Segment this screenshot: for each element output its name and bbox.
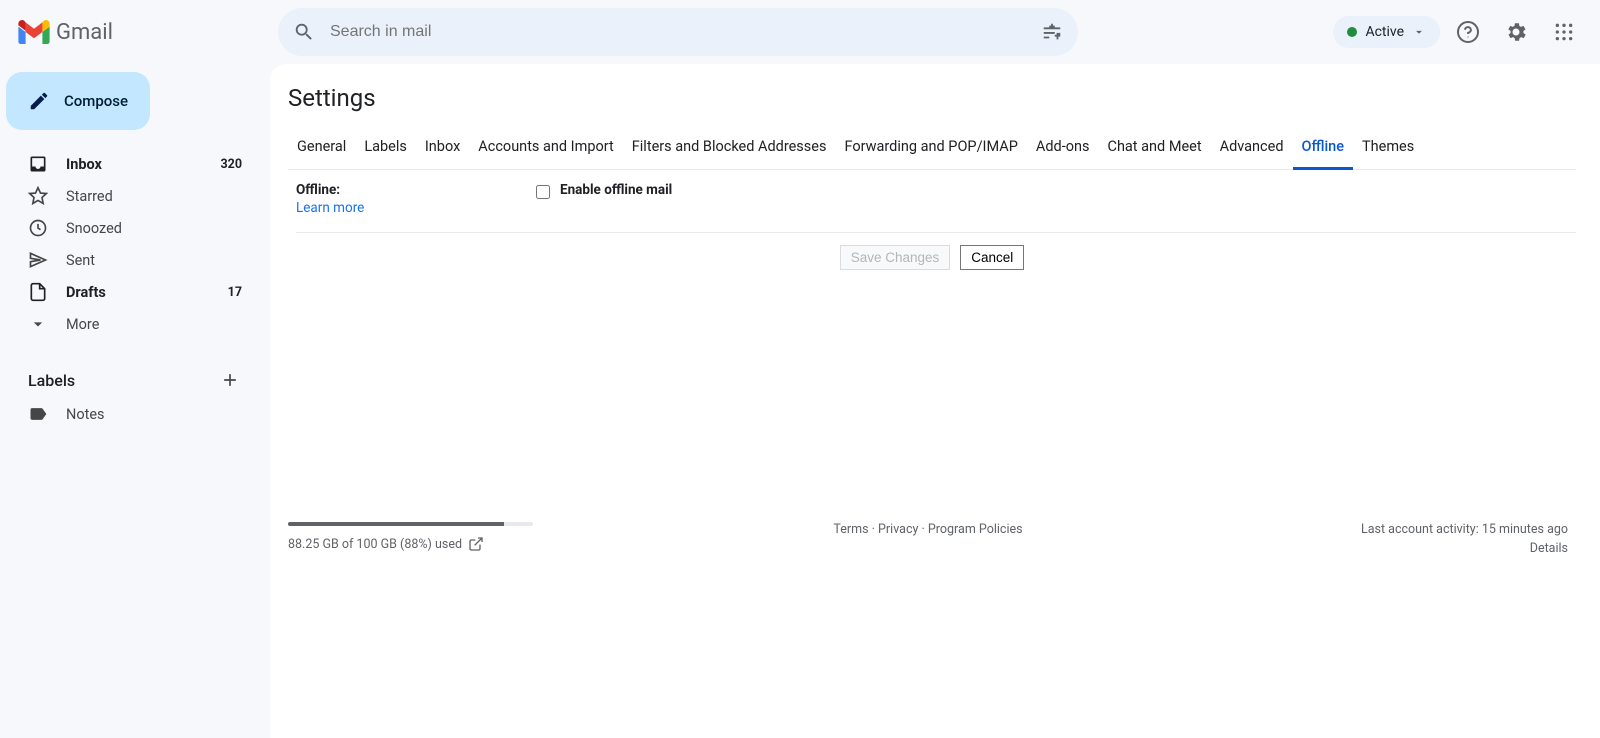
page-title: Settings <box>288 84 1576 112</box>
header-right: Active <box>1333 12 1592 52</box>
policies-link[interactable]: Program Policies <box>928 522 1023 537</box>
enable-offline-checkbox[interactable] <box>536 185 550 199</box>
sidebar-item-inbox[interactable]: Inbox 320 <box>6 148 258 180</box>
nav-label: Drafts <box>66 284 228 301</box>
learn-more-link[interactable]: Learn more <box>296 200 536 216</box>
search-bar[interactable] <box>278 8 1078 56</box>
tab-chat[interactable]: Chat and Meet <box>1099 128 1211 170</box>
file-icon <box>28 282 48 302</box>
save-changes-button: Save Changes <box>840 245 951 270</box>
apps-button[interactable] <box>1544 12 1584 52</box>
label-icon <box>28 404 48 424</box>
settings-buttons-row: Save Changes Cancel <box>288 233 1576 282</box>
status-label: Active <box>1365 24 1404 40</box>
cancel-button[interactable]: Cancel <box>960 245 1024 270</box>
settings-button[interactable] <box>1496 12 1536 52</box>
search-icon[interactable] <box>284 12 324 52</box>
sidebar: Compose Inbox 320 Starred Snoozed Sent <box>0 64 270 738</box>
storage-bar <box>288 522 533 526</box>
offline-checkbox-control[interactable]: Enable offline mail <box>536 182 672 216</box>
labels-heading-row: Labels <box>6 362 258 398</box>
tab-filters[interactable]: Filters and Blocked Addresses <box>623 128 836 170</box>
nav-label: Inbox <box>66 156 220 173</box>
tab-labels[interactable]: Labels <box>355 128 416 170</box>
open-in-new-icon[interactable] <box>468 536 484 552</box>
search-options-icon[interactable] <box>1032 12 1072 52</box>
support-button[interactable] <box>1448 12 1488 52</box>
product-name: Gmail <box>56 20 113 45</box>
inbox-icon <box>28 154 48 174</box>
nav-label: Snoozed <box>66 220 242 237</box>
gear-icon <box>1504 20 1528 44</box>
gmail-logo-icon <box>18 20 50 44</box>
tab-addons[interactable]: Add-ons <box>1027 128 1099 170</box>
nav-list: Inbox 320 Starred Snoozed Sent Drafts 17 <box>6 148 258 340</box>
user-labels-list: Notes <box>6 398 258 430</box>
tab-advanced[interactable]: Advanced <box>1211 128 1293 170</box>
nav-count: 320 <box>220 157 242 172</box>
app-header: Gmail Active <box>0 0 1600 64</box>
nav-label: Starred <box>66 188 242 205</box>
send-icon <box>28 250 48 270</box>
offline-label: Offline: <box>296 182 340 198</box>
label-item-notes[interactable]: Notes <box>6 398 258 430</box>
tab-inbox[interactable]: Inbox <box>416 128 469 170</box>
sidebar-item-sent[interactable]: Sent <box>6 244 258 276</box>
storage-fill <box>288 522 504 526</box>
nav-count: 17 <box>228 285 242 300</box>
plus-icon <box>220 370 240 390</box>
search-input[interactable] <box>324 23 1032 41</box>
pencil-icon <box>28 90 50 112</box>
clock-icon <box>28 218 48 238</box>
compose-label: Compose <box>64 92 128 110</box>
add-label-button[interactable] <box>216 366 244 394</box>
labels-heading: Labels <box>28 371 75 390</box>
tab-accounts[interactable]: Accounts and Import <box>469 128 622 170</box>
footer-activity: Last account activity: 15 minutes ago De… <box>1141 522 1568 556</box>
storage-text: 88.25 GB of 100 GB (88%) used <box>288 537 462 552</box>
storage-block: 88.25 GB of 100 GB (88%) used <box>288 522 715 552</box>
chevron-down-icon <box>1412 25 1426 39</box>
storage-text-row: 88.25 GB of 100 GB (88%) used <box>288 536 715 552</box>
settings-body: Offline: Learn more Enable offline mail … <box>288 170 1576 282</box>
footer: 88.25 GB of 100 GB (88%) used Terms · Pr… <box>288 522 1576 576</box>
offline-setting-row: Offline: Learn more Enable offline mail <box>296 170 1576 233</box>
tab-themes[interactable]: Themes <box>1353 128 1423 170</box>
sidebar-item-snoozed[interactable]: Snoozed <box>6 212 258 244</box>
chevron-down-icon <box>28 314 48 334</box>
footer-links: Terms · Privacy · Program Policies <box>715 522 1142 537</box>
settings-tabs: General Labels Inbox Accounts and Import… <box>288 128 1576 170</box>
status-dot-icon <box>1347 27 1357 37</box>
nav-label: Sent <box>66 252 242 269</box>
sidebar-item-drafts[interactable]: Drafts 17 <box>6 276 258 308</box>
sidebar-item-more[interactable]: More <box>6 308 258 340</box>
privacy-link[interactable]: Privacy <box>878 522 918 537</box>
sidebar-item-starred[interactable]: Starred <box>6 180 258 212</box>
compose-button[interactable]: Compose <box>6 72 150 130</box>
help-icon <box>1456 20 1480 44</box>
tab-general[interactable]: General <box>288 128 355 170</box>
status-chip[interactable]: Active <box>1333 16 1440 48</box>
logo-area[interactable]: Gmail <box>8 20 278 45</box>
activity-details-link[interactable]: Details <box>1141 541 1568 556</box>
enable-offline-label: Enable offline mail <box>560 182 672 198</box>
apps-grid-icon <box>1554 22 1574 42</box>
nav-label: More <box>66 316 242 333</box>
star-icon <box>28 186 48 206</box>
nav-label: Notes <box>66 406 242 423</box>
main-content: Settings General Labels Inbox Accounts a… <box>270 64 1600 738</box>
last-activity-text: Last account activity: 15 minutes ago <box>1361 522 1568 537</box>
tab-forwarding[interactable]: Forwarding and POP/IMAP <box>835 128 1026 170</box>
tab-offline[interactable]: Offline <box>1293 128 1354 170</box>
offline-label-group: Offline: Learn more <box>296 182 536 216</box>
terms-link[interactable]: Terms <box>833 522 868 537</box>
